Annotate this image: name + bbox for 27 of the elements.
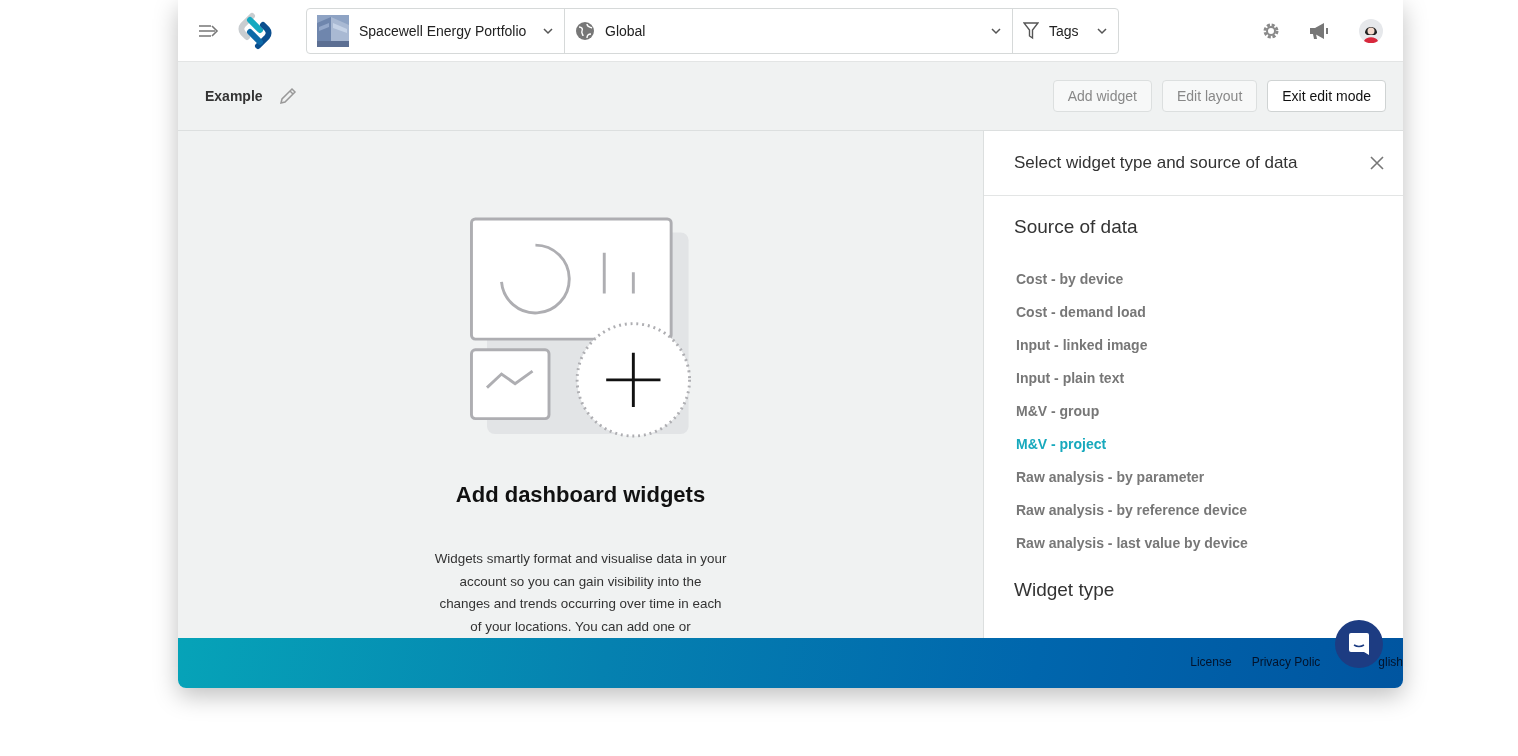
section-heading: Widget type <box>1014 579 1115 601</box>
source-option[interactable]: M&V - group <box>1014 394 1100 427</box>
source-option[interactable]: Input - plain text <box>1014 361 1125 394</box>
empty-state-text: Widgets smartly format and visualise data in your account so you can gain visibility into the changes and trends occurring over time in each of your locations. You can add one or <box>434 550 727 636</box>
source-option[interactable]: Raw analysis - by reference device <box>1014 493 1248 526</box>
dashboard-title: Example <box>205 88 263 104</box>
source-option[interactable]: M&V - project <box>1014 427 1107 460</box>
empty-state-title: Add dashboard widgets <box>455 482 706 508</box>
footer-link[interactable]: Privacy Polic <box>1251 655 1321 669</box>
source-option[interactable]: Cost - demand load <box>1014 295 1146 328</box>
pencil-icon[interactable] <box>278 87 297 105</box>
source-option[interactable]: Input - linked image <box>1014 328 1148 361</box>
avatar-icon[interactable] <box>1359 18 1383 43</box>
megaphone-icon[interactable] <box>1309 21 1331 40</box>
source-option[interactable]: Cost - by device <box>1014 262 1124 295</box>
source-option[interactable]: Raw analysis - by parameter <box>1014 460 1205 493</box>
panel-title: Select widget type and source of data <box>1014 153 1299 173</box>
close-icon[interactable] <box>1369 155 1385 171</box>
toolbar-button[interactable]: Exit edit mode <box>1267 80 1386 112</box>
chat-icon <box>1348 632 1370 656</box>
source-option[interactable]: Raw analysis - last value by device <box>1014 526 1248 559</box>
menu-icon[interactable] <box>198 22 220 39</box>
footer-link[interactable]: License <box>1190 655 1232 669</box>
footer-link[interactable]: glish <box>1378 655 1403 669</box>
toolbar-button[interactable]: Add widget <box>1052 80 1152 112</box>
section-heading: Source of data <box>1014 216 1138 238</box>
toolbar-button[interactable]: Edit layout <box>1161 80 1258 112</box>
